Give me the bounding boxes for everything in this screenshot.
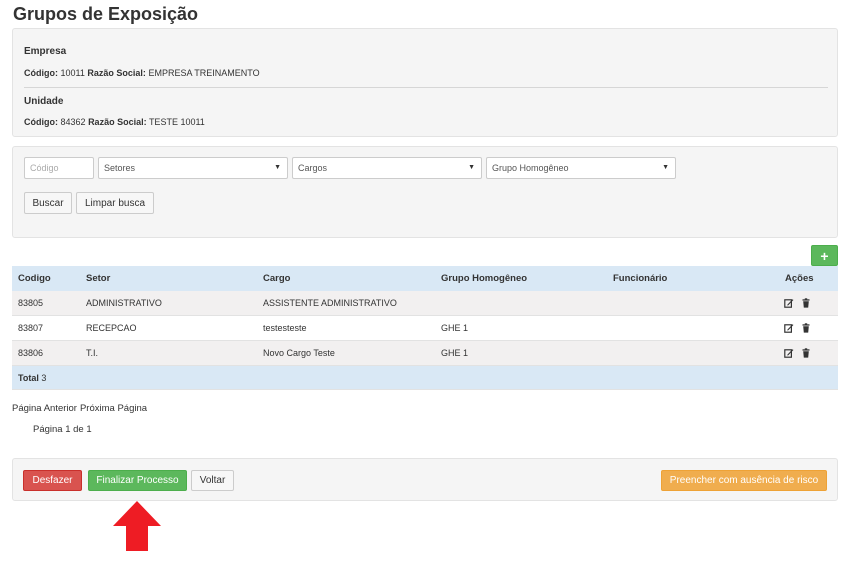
codigo-input[interactable]: Código <box>24 157 94 179</box>
trash-icon[interactable] <box>801 348 811 358</box>
setores-value: Setores <box>104 163 136 173</box>
caret-down-icon: ▼ <box>468 164 475 171</box>
unidade-razao-label: Razão Social: <box>88 117 147 127</box>
header-funcionario: Funcionário <box>613 273 668 284</box>
cell-cargo: testesteste <box>263 323 307 333</box>
header-acoes: Ações <box>785 273 814 284</box>
limpar-busca-button[interactable]: Limpar busca <box>76 192 154 214</box>
caret-down-icon: ▼ <box>274 164 281 171</box>
actions-panel: Desfazer Finalizar Processo Voltar Preen… <box>12 458 838 501</box>
cell-codigo: 83805 <box>18 298 44 308</box>
table-total-row: Total 3 <box>12 366 838 390</box>
company-info-panel: Empresa Código: 10011 Razão Social: EMPR… <box>12 28 838 137</box>
unidade-codigo: 84362 <box>60 117 86 127</box>
pagination: Página Anterior Próxima Página <box>12 403 150 414</box>
empresa-heading: Empresa <box>24 46 67 57</box>
caret-down-icon: ▼ <box>662 164 669 171</box>
desfazer-button[interactable]: Desfazer <box>23 470 82 491</box>
empresa-razao-label: Razão Social: <box>87 68 146 78</box>
table-row: 83807 RECEPCAO testesteste GHE 1 <box>12 316 838 341</box>
cell-setor: T.I. <box>86 348 99 358</box>
divider <box>24 87 828 88</box>
unidade-info: Código: 84362 Razão Social: TESTE 10011 <box>24 117 205 127</box>
voltar-button[interactable]: Voltar <box>191 470 234 491</box>
unidade-codigo-label: Código: <box>24 117 58 127</box>
exposure-groups-table: Codigo Setor Cargo Grupo Homogêneo Funci… <box>12 266 838 390</box>
next-page-link[interactable]: Próxima Página <box>80 403 147 414</box>
header-cargo: Cargo <box>263 273 291 284</box>
cell-cargo: Novo Cargo Teste <box>263 348 335 358</box>
trash-icon[interactable] <box>801 323 811 333</box>
plus-icon: + <box>820 247 829 264</box>
header-setor: Setor <box>86 273 111 284</box>
header-grupo: Grupo Homogêneo <box>441 273 528 284</box>
arrow-up-icon <box>113 501 161 551</box>
edit-icon[interactable] <box>784 348 794 358</box>
cell-grupo: GHE 1 <box>441 348 469 358</box>
trash-icon[interactable] <box>801 298 811 308</box>
header-codigo: Codigo <box>18 273 51 284</box>
buscar-button[interactable]: Buscar <box>24 192 72 214</box>
edit-icon[interactable] <box>784 298 794 308</box>
table-row: 83805 ADMINISTRATIVO ASSISTENTE ADMINIST… <box>12 291 838 316</box>
table-row: 83806 T.I. Novo Cargo Teste GHE 1 <box>12 341 838 366</box>
grupo-value: Grupo Homogêneo <box>492 163 569 173</box>
cell-cargo: ASSISTENTE ADMINISTRATIVO <box>263 298 397 308</box>
table-header-row: Codigo Setor Cargo Grupo Homogêneo Funci… <box>12 266 838 291</box>
cell-grupo: GHE 1 <box>441 323 469 333</box>
cell-codigo: 83806 <box>18 348 44 358</box>
add-button[interactable]: + <box>811 245 838 266</box>
row-actions <box>784 341 811 365</box>
unidade-razao: TESTE 10011 <box>148 117 205 127</box>
preencher-ausencia-risco-button[interactable]: Preencher com ausência de risco <box>661 470 827 491</box>
unidade-heading: Unidade <box>24 96 64 107</box>
empresa-codigo-label: Código: <box>24 68 58 78</box>
filter-panel: Código Setores ▼ Cargos ▼ Grupo Homogêne… <box>12 146 838 238</box>
empresa-info: Código: 10011 Razão Social: EMPRESA TREI… <box>24 68 260 78</box>
cell-codigo: 83807 <box>18 323 44 333</box>
cell-setor: RECEPCAO <box>86 323 137 333</box>
empresa-razao: EMPRESA TREINAMENTO <box>148 68 260 78</box>
page-info: Página 1 de 1 <box>33 424 92 435</box>
edit-icon[interactable] <box>784 323 794 333</box>
total-value: 3 <box>41 372 47 383</box>
setores-select[interactable]: Setores ▼ <box>98 157 288 179</box>
cargos-value: Cargos <box>298 163 328 173</box>
total-label: Total <box>18 372 39 383</box>
prev-page-link[interactable]: Página Anterior <box>12 403 77 414</box>
empresa-codigo: 10011 <box>60 68 85 78</box>
codigo-placeholder: Código <box>30 163 59 173</box>
cell-setor: ADMINISTRATIVO <box>86 298 162 308</box>
finalizar-processo-button[interactable]: Finalizar Processo <box>88 470 187 491</box>
row-actions <box>784 291 811 315</box>
row-actions <box>784 316 811 340</box>
total: Total 3 <box>18 366 46 389</box>
grupo-select[interactable]: Grupo Homogêneo ▼ <box>486 157 676 179</box>
cargos-select[interactable]: Cargos ▼ <box>292 157 482 179</box>
page-title: Grupos de Exposição <box>13 4 199 24</box>
